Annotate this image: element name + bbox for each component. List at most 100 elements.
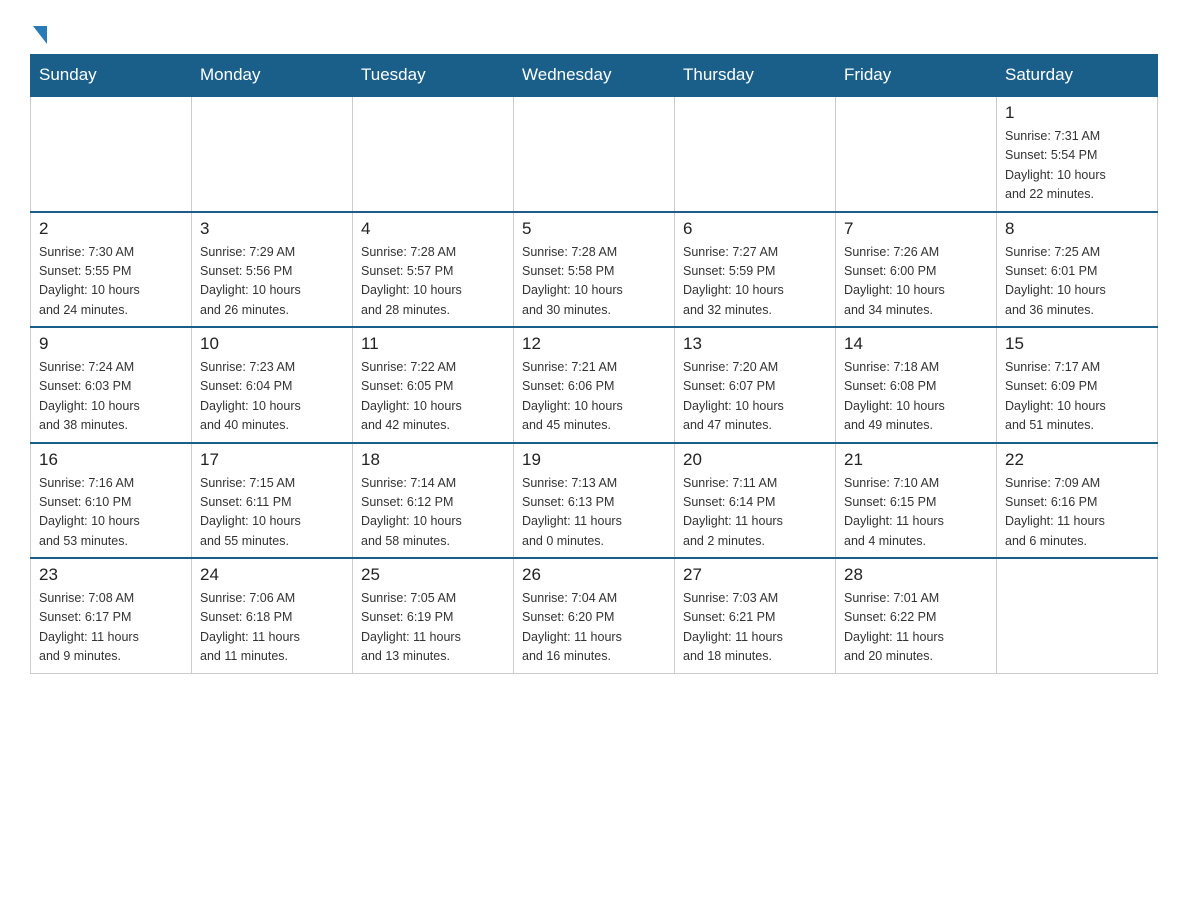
- day-info: Sunrise: 7:18 AMSunset: 6:08 PMDaylight:…: [844, 358, 988, 436]
- calendar-cell: 13 Sunrise: 7:20 AMSunset: 6:07 PMDayligh…: [675, 327, 836, 443]
- day-info: Sunrise: 7:27 AMSunset: 5:59 PMDaylight:…: [683, 243, 827, 321]
- logo-arrow-icon: [33, 26, 47, 44]
- day-number: 20: [683, 450, 827, 470]
- calendar-cell: 25 Sunrise: 7:05 AMSunset: 6:19 PMDayligh…: [353, 558, 514, 673]
- day-info: Sunrise: 7:24 AMSunset: 6:03 PMDaylight:…: [39, 358, 183, 436]
- calendar-cell: [675, 96, 836, 212]
- calendar-cell: 26 Sunrise: 7:04 AMSunset: 6:20 PMDayligh…: [514, 558, 675, 673]
- day-info: Sunrise: 7:17 AMSunset: 6:09 PMDaylight:…: [1005, 358, 1149, 436]
- day-number: 5: [522, 219, 666, 239]
- day-info: Sunrise: 7:29 AMSunset: 5:56 PMDaylight:…: [200, 243, 344, 321]
- calendar-cell: 27 Sunrise: 7:03 AMSunset: 6:21 PMDayligh…: [675, 558, 836, 673]
- day-info: Sunrise: 7:22 AMSunset: 6:05 PMDaylight:…: [361, 358, 505, 436]
- calendar-cell: 17Sunrise: 7:15 AMSunset: 6:11 PMDayligh…: [192, 443, 353, 559]
- day-info: Sunrise: 7:13 AMSunset: 6:13 PMDaylight:…: [522, 474, 666, 552]
- day-info: Sunrise: 7:16 AMSunset: 6:10 PMDaylight:…: [39, 474, 183, 552]
- calendar-cell: 16 Sunrise: 7:16 AMSunset: 6:10 PMDayligh…: [31, 443, 192, 559]
- weekday-header-wednesday: Wednesday: [514, 55, 675, 97]
- calendar-cell: 22 Sunrise: 7:09 AMSunset: 6:16 PMDayligh…: [997, 443, 1158, 559]
- day-info: Sunrise: 7:31 AMSunset: 5:54 PMDaylight:…: [1005, 127, 1149, 205]
- day-info: Sunrise: 7:06 AMSunset: 6:18 PMDaylight:…: [200, 589, 344, 667]
- day-info: Sunrise: 7:01 AMSunset: 6:22 PMDaylight:…: [844, 589, 988, 667]
- calendar-cell: 3 Sunrise: 7:29 AMSunset: 5:56 PMDaylight…: [192, 212, 353, 328]
- calendar-cell: 9Sunrise: 7:24 AMSunset: 6:03 PMDaylight…: [31, 327, 192, 443]
- calendar-cell: [31, 96, 192, 212]
- weekday-header-sunday: Sunday: [31, 55, 192, 97]
- weekday-header-saturday: Saturday: [997, 55, 1158, 97]
- calendar-cell: 2 Sunrise: 7:30 AMSunset: 5:55 PMDaylight…: [31, 212, 192, 328]
- calendar-cell: [836, 96, 997, 212]
- day-info: Sunrise: 7:30 AMSunset: 5:55 PMDaylight:…: [39, 243, 183, 321]
- day-number: 14: [844, 334, 988, 354]
- day-info: Sunrise: 7:20 AMSunset: 6:07 PMDaylight:…: [683, 358, 827, 436]
- calendar-week-row: 9Sunrise: 7:24 AMSunset: 6:03 PMDaylight…: [31, 327, 1158, 443]
- calendar-week-row: 2 Sunrise: 7:30 AMSunset: 5:55 PMDaylight…: [31, 212, 1158, 328]
- calendar-week-row: 23 Sunrise: 7:08 AMSunset: 6:17 PMDayligh…: [31, 558, 1158, 673]
- calendar-cell: 6 Sunrise: 7:27 AMSunset: 5:59 PMDaylight…: [675, 212, 836, 328]
- day-number: 27: [683, 565, 827, 585]
- day-number: 22: [1005, 450, 1149, 470]
- weekday-header-monday: Monday: [192, 55, 353, 97]
- day-number: 11: [361, 334, 505, 354]
- day-info: Sunrise: 7:26 AMSunset: 6:00 PMDaylight:…: [844, 243, 988, 321]
- calendar-cell: 21 Sunrise: 7:10 AMSunset: 6:15 PMDayligh…: [836, 443, 997, 559]
- day-number: 7: [844, 219, 988, 239]
- day-info: Sunrise: 7:03 AMSunset: 6:21 PMDaylight:…: [683, 589, 827, 667]
- day-number: 3: [200, 219, 344, 239]
- logo: [30, 20, 47, 44]
- weekday-header-friday: Friday: [836, 55, 997, 97]
- calendar-cell: 14 Sunrise: 7:18 AMSunset: 6:08 PMDayligh…: [836, 327, 997, 443]
- calendar-table: SundayMondayTuesdayWednesdayThursdayFrid…: [30, 54, 1158, 674]
- weekday-header-thursday: Thursday: [675, 55, 836, 97]
- calendar-week-row: 16 Sunrise: 7:16 AMSunset: 6:10 PMDayligh…: [31, 443, 1158, 559]
- calendar-cell: [997, 558, 1158, 673]
- day-info: Sunrise: 7:14 AMSunset: 6:12 PMDaylight:…: [361, 474, 505, 552]
- weekday-header-row: SundayMondayTuesdayWednesdayThursdayFrid…: [31, 55, 1158, 97]
- calendar-cell: 18 Sunrise: 7:14 AMSunset: 6:12 PMDayligh…: [353, 443, 514, 559]
- day-info: Sunrise: 7:09 AMSunset: 6:16 PMDaylight:…: [1005, 474, 1149, 552]
- calendar-cell: 10 Sunrise: 7:23 AMSunset: 6:04 PMDayligh…: [192, 327, 353, 443]
- page-header: [30, 20, 1158, 44]
- day-number: 19: [522, 450, 666, 470]
- day-number: 1: [1005, 103, 1149, 123]
- calendar-cell: 4 Sunrise: 7:28 AMSunset: 5:57 PMDaylight…: [353, 212, 514, 328]
- day-info: Sunrise: 7:08 AMSunset: 6:17 PMDaylight:…: [39, 589, 183, 667]
- day-number: 26: [522, 565, 666, 585]
- day-number: 8: [1005, 219, 1149, 239]
- day-number: 4: [361, 219, 505, 239]
- day-info: Sunrise: 7:11 AMSunset: 6:14 PMDaylight:…: [683, 474, 827, 552]
- calendar-cell: 8 Sunrise: 7:25 AMSunset: 6:01 PMDaylight…: [997, 212, 1158, 328]
- calendar-cell: [353, 96, 514, 212]
- day-number: 16: [39, 450, 183, 470]
- day-number: 18: [361, 450, 505, 470]
- day-info: Sunrise: 7:23 AMSunset: 6:04 PMDaylight:…: [200, 358, 344, 436]
- day-number: 23: [39, 565, 183, 585]
- day-info: Sunrise: 7:25 AMSunset: 6:01 PMDaylight:…: [1005, 243, 1149, 321]
- calendar-cell: 28Sunrise: 7:01 AMSunset: 6:22 PMDayligh…: [836, 558, 997, 673]
- day-number: 24: [200, 565, 344, 585]
- calendar-cell: 15 Sunrise: 7:17 AMSunset: 6:09 PMDayligh…: [997, 327, 1158, 443]
- day-number: 21: [844, 450, 988, 470]
- calendar-cell: 1 Sunrise: 7:31 AMSunset: 5:54 PMDaylight…: [997, 96, 1158, 212]
- calendar-cell: 7 Sunrise: 7:26 AMSunset: 6:00 PMDaylight…: [836, 212, 997, 328]
- calendar-cell: [514, 96, 675, 212]
- calendar-cell: [192, 96, 353, 212]
- day-info: Sunrise: 7:05 AMSunset: 6:19 PMDaylight:…: [361, 589, 505, 667]
- day-number: 13: [683, 334, 827, 354]
- day-number: 2: [39, 219, 183, 239]
- day-number: 12: [522, 334, 666, 354]
- calendar-cell: 19 Sunrise: 7:13 AMSunset: 6:13 PMDayligh…: [514, 443, 675, 559]
- day-info: Sunrise: 7:21 AMSunset: 6:06 PMDaylight:…: [522, 358, 666, 436]
- day-info: Sunrise: 7:10 AMSunset: 6:15 PMDaylight:…: [844, 474, 988, 552]
- calendar-cell: 20 Sunrise: 7:11 AMSunset: 6:14 PMDayligh…: [675, 443, 836, 559]
- day-info: Sunrise: 7:04 AMSunset: 6:20 PMDaylight:…: [522, 589, 666, 667]
- day-number: 6: [683, 219, 827, 239]
- day-number: 25: [361, 565, 505, 585]
- calendar-cell: 11 Sunrise: 7:22 AMSunset: 6:05 PMDayligh…: [353, 327, 514, 443]
- day-info: Sunrise: 7:28 AMSunset: 5:58 PMDaylight:…: [522, 243, 666, 321]
- day-number: 15: [1005, 334, 1149, 354]
- calendar-cell: 23 Sunrise: 7:08 AMSunset: 6:17 PMDayligh…: [31, 558, 192, 673]
- day-number: 10: [200, 334, 344, 354]
- day-info: Sunrise: 7:28 AMSunset: 5:57 PMDaylight:…: [361, 243, 505, 321]
- calendar-cell: 24 Sunrise: 7:06 AMSunset: 6:18 PMDayligh…: [192, 558, 353, 673]
